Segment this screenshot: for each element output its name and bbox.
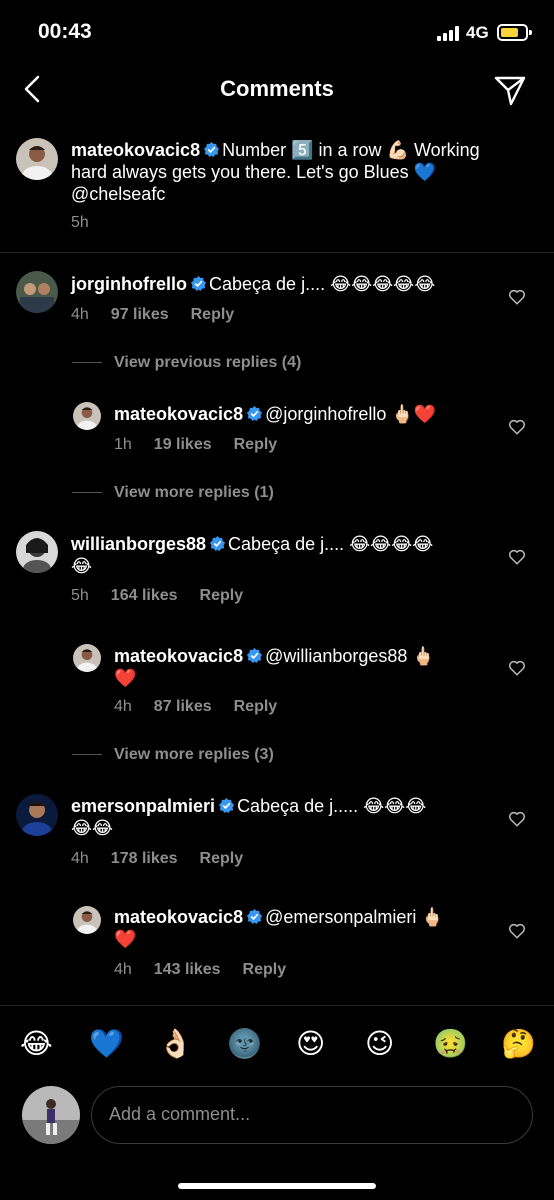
reply-body-cont: ❤️: [114, 929, 137, 949]
reply-button[interactable]: Reply: [191, 306, 235, 323]
reply-body: @emersonpalmieri 🖕🏻: [265, 907, 444, 927]
heart-icon[interactable]: [508, 659, 526, 677]
comment-meta: 5h 164 likes Reply: [71, 587, 265, 605]
avatar[interactable]: [73, 644, 101, 672]
divider: [0, 252, 554, 253]
verified-icon: [219, 798, 235, 813]
emoji-button[interactable]: 🤔: [501, 1024, 536, 1064]
divider: [0, 1005, 554, 1006]
page-title: Comments: [220, 76, 334, 101]
heart-icon[interactable]: [508, 810, 526, 828]
avatar[interactable]: [16, 794, 58, 836]
user-avatar: [22, 1086, 80, 1144]
comment-time: 4h: [71, 306, 89, 323]
reply-button[interactable]: Reply: [200, 587, 244, 604]
reply-time: 1h: [114, 436, 132, 453]
comment-meta: 4h 97 likes Reply: [71, 306, 256, 324]
caption-line-2: hard always gets you there. Let's go Blu…: [71, 162, 437, 182]
view-more-replies[interactable]: View more replies (1): [114, 484, 274, 502]
emoji-button[interactable]: 🤢: [433, 1024, 468, 1064]
send-icon[interactable]: [490, 70, 530, 110]
header: Comments: [0, 66, 554, 114]
emoji-button[interactable]: 👌🏻: [158, 1024, 193, 1064]
reply-meta: 4h 87 likes Reply: [114, 698, 299, 716]
comment-username[interactable]: emersonpalmieri: [71, 796, 215, 816]
heart-icon[interactable]: [508, 548, 526, 566]
comment-body-cont: 😂: [71, 556, 93, 576]
reply-button[interactable]: Reply: [234, 698, 278, 715]
comment-likes[interactable]: 164 likes: [111, 587, 178, 604]
reply-username[interactable]: mateokovacic8: [114, 907, 243, 927]
reply-meta: 4h 143 likes Reply: [114, 961, 308, 979]
reply-body: @jorginhofrello 🖕🏻❤️: [265, 404, 437, 424]
reply-time: 4h: [114, 961, 132, 978]
home-indicator: [178, 1183, 376, 1189]
caption-meta: 5h: [71, 214, 111, 232]
emoji-button[interactable]: 😍: [296, 1024, 325, 1064]
comment-body: Cabeça de j.... 😂😂😂😂😂: [209, 274, 436, 294]
caption-mention[interactable]: @chelseafc: [71, 184, 165, 204]
caption-line-1: Number 5️⃣ in a row 💪🏻 Working: [222, 140, 480, 160]
comment-time: 5h: [71, 587, 89, 604]
reply-button[interactable]: Reply: [200, 850, 244, 867]
verified-icon: [247, 648, 263, 663]
avatar[interactable]: [16, 531, 58, 573]
comment-input-placeholder: Add a comment...: [109, 1104, 251, 1124]
reply-button[interactable]: Reply: [243, 961, 287, 978]
avatar[interactable]: [16, 138, 58, 180]
avatar[interactable]: [73, 906, 101, 934]
comment-body-cont: 😂😂: [71, 818, 114, 838]
status-bar: 00:43 4G: [0, 0, 554, 66]
emoji-button[interactable]: 🌚: [227, 1024, 262, 1064]
reply-likes[interactable]: 143 likes: [154, 961, 221, 978]
comment-body: Cabeça de j.... 😂😂😂😂: [228, 534, 434, 554]
avatar[interactable]: [73, 402, 101, 430]
reply-username[interactable]: mateokovacic8: [114, 646, 243, 666]
comment-body: Cabeça de j..... 😂😂😂: [237, 796, 427, 816]
view-more-replies[interactable]: View more replies (3): [114, 746, 274, 764]
reply-likes[interactable]: 19 likes: [154, 436, 212, 453]
signal-icon: [437, 25, 461, 41]
caption-time: 5h: [71, 214, 89, 231]
comment-meta: 4h 178 likes Reply: [71, 850, 265, 868]
heart-icon[interactable]: [508, 922, 526, 940]
comment-likes[interactable]: 97 likes: [111, 306, 169, 323]
emoji-button[interactable]: 😉: [365, 1024, 394, 1064]
reply-meta: 1h 19 likes Reply: [114, 436, 299, 454]
verified-icon: [247, 406, 263, 421]
emoji-button[interactable]: 😂: [20, 1024, 53, 1064]
battery-icon: [497, 24, 532, 41]
heart-icon[interactable]: [508, 288, 526, 306]
comment-text: willianborges88 Cabeça de j.... 😂😂😂😂 😂: [71, 533, 491, 577]
comment-text: jorginhofrello Cabeça de j.... 😂😂😂😂😂: [71, 273, 491, 295]
emoji-quick-bar: 😂 💙 👌🏻 🌚 😍 😉 🤢 🤔: [0, 1024, 554, 1064]
reply-time: 4h: [114, 698, 132, 715]
emoji-button[interactable]: 💙: [89, 1024, 124, 1064]
caption-text: mateokovacic8 Number 5️⃣ in a row 💪🏻 Work…: [71, 139, 531, 205]
reply-body-cont: ❤️: [114, 668, 137, 688]
comment-time: 4h: [71, 850, 89, 867]
reply-body: @willianborges88 🖕🏻: [265, 646, 435, 666]
heart-icon[interactable]: [508, 418, 526, 436]
verified-icon: [210, 536, 226, 551]
verified-icon: [191, 276, 206, 291]
caption-username[interactable]: mateokovacic8: [71, 140, 200, 160]
reply-text: mateokovacic8 @emersonpalmieri 🖕🏻 ❤️: [114, 906, 494, 950]
network-label: 4G: [466, 23, 489, 42]
comment-likes[interactable]: 178 likes: [111, 850, 178, 867]
reply-text: mateokovacic8 @jorginhofrello 🖕🏻❤️: [114, 403, 494, 425]
reply-text: mateokovacic8 @willianborges88 🖕🏻 ❤️: [114, 645, 494, 689]
avatar[interactable]: [16, 271, 58, 313]
verified-icon: [204, 142, 220, 157]
view-previous-replies[interactable]: View previous replies (4): [114, 354, 301, 372]
comment-username[interactable]: jorginhofrello: [71, 274, 187, 294]
reply-likes[interactable]: 87 likes: [154, 698, 212, 715]
reply-button[interactable]: Reply: [234, 436, 278, 453]
verified-icon: [247, 909, 263, 924]
comment-input[interactable]: Add a comment...: [91, 1086, 533, 1144]
reply-username[interactable]: mateokovacic8: [114, 404, 243, 424]
comment-text: emersonpalmieri Cabeça de j..... 😂😂😂 😂😂: [71, 795, 491, 839]
status-time: 00:43: [38, 20, 92, 43]
comment-username[interactable]: willianborges88: [71, 534, 206, 554]
